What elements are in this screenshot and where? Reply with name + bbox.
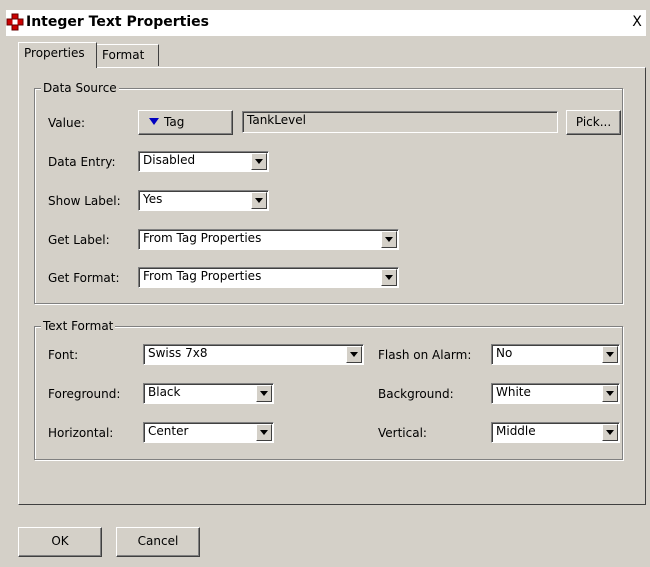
get-format-value: From Tag Properties: [143, 269, 262, 283]
foreground-label: Foreground:: [48, 387, 121, 401]
background-value: White: [496, 385, 531, 399]
get-format-label: Get Format:: [48, 271, 120, 285]
show-label-label: Show Label:: [48, 194, 121, 208]
component-icon: [6, 13, 24, 31]
tag-button-label: Tag: [164, 115, 185, 129]
group-title: Data Source: [41, 81, 119, 95]
dropdown-arrow-icon: [149, 118, 159, 125]
vertical-select[interactable]: Middle: [491, 422, 620, 443]
chevron-down-icon[interactable]: [251, 153, 267, 170]
foreground-select[interactable]: Black: [143, 383, 274, 404]
pick-button[interactable]: Pick...: [566, 110, 621, 135]
chevron-down-icon[interactable]: [256, 385, 272, 402]
show-label-select[interactable]: Yes: [138, 190, 269, 211]
get-label-select[interactable]: From Tag Properties: [138, 229, 399, 250]
tag-button[interactable]: Tag: [138, 110, 233, 135]
get-label-label: Get Label:: [48, 233, 110, 247]
title-bar[interactable]: Integer Text Properties X: [6, 10, 646, 36]
horizontal-label: Horizontal:: [48, 426, 114, 440]
ok-button[interactable]: OK: [18, 527, 102, 557]
background-label: Background:: [378, 387, 454, 401]
chevron-down-icon[interactable]: [381, 231, 397, 248]
chevron-down-icon[interactable]: [602, 424, 618, 441]
vertical-value: Middle: [496, 424, 536, 438]
horizontal-select[interactable]: Center: [143, 422, 274, 443]
data-entry-label: Data Entry:: [48, 155, 116, 169]
value-field[interactable]: TankLevel: [242, 111, 558, 133]
tab-format[interactable]: Format: [96, 44, 159, 66]
dialog-window: Integer Text Properties X Properties For…: [0, 0, 650, 567]
data-entry-select[interactable]: Disabled: [138, 151, 269, 172]
chevron-down-icon[interactable]: [251, 192, 267, 209]
data-entry-value: Disabled: [143, 153, 196, 167]
foreground-value: Black: [148, 385, 181, 399]
font-select[interactable]: Swiss 7x8: [143, 344, 364, 365]
chevron-down-icon[interactable]: [381, 269, 397, 286]
group-title: Text Format: [41, 319, 116, 333]
flash-on-alarm-value: No: [496, 346, 513, 360]
show-label-value: Yes: [143, 192, 163, 206]
chevron-down-icon[interactable]: [346, 346, 362, 363]
get-label-value: From Tag Properties: [143, 231, 262, 245]
close-icon[interactable]: X: [628, 12, 646, 32]
background-select[interactable]: White: [491, 383, 620, 404]
tab-properties[interactable]: Properties: [18, 42, 97, 68]
font-label: Font:: [48, 348, 79, 362]
font-value: Swiss 7x8: [148, 346, 208, 360]
value-label: Value:: [48, 116, 85, 130]
text-format-group: Text Format Font: Swiss 7x8 Flash on Ala…: [34, 319, 623, 460]
chevron-down-icon[interactable]: [602, 385, 618, 402]
cancel-button[interactable]: Cancel: [116, 527, 200, 557]
tab-panel: Data Source Value: Tag TankLevel Pick...…: [18, 67, 646, 505]
get-format-select[interactable]: From Tag Properties: [138, 267, 399, 288]
vertical-label: Vertical:: [378, 426, 427, 440]
window-title: Integer Text Properties: [26, 14, 209, 30]
chevron-down-icon[interactable]: [256, 424, 272, 441]
flash-on-alarm-select[interactable]: No: [491, 344, 620, 365]
flash-on-alarm-label: Flash on Alarm:: [378, 348, 472, 362]
chevron-down-icon[interactable]: [602, 346, 618, 363]
horizontal-value: Center: [148, 424, 189, 438]
data-source-group: Data Source Value: Tag TankLevel Pick...…: [34, 81, 623, 304]
